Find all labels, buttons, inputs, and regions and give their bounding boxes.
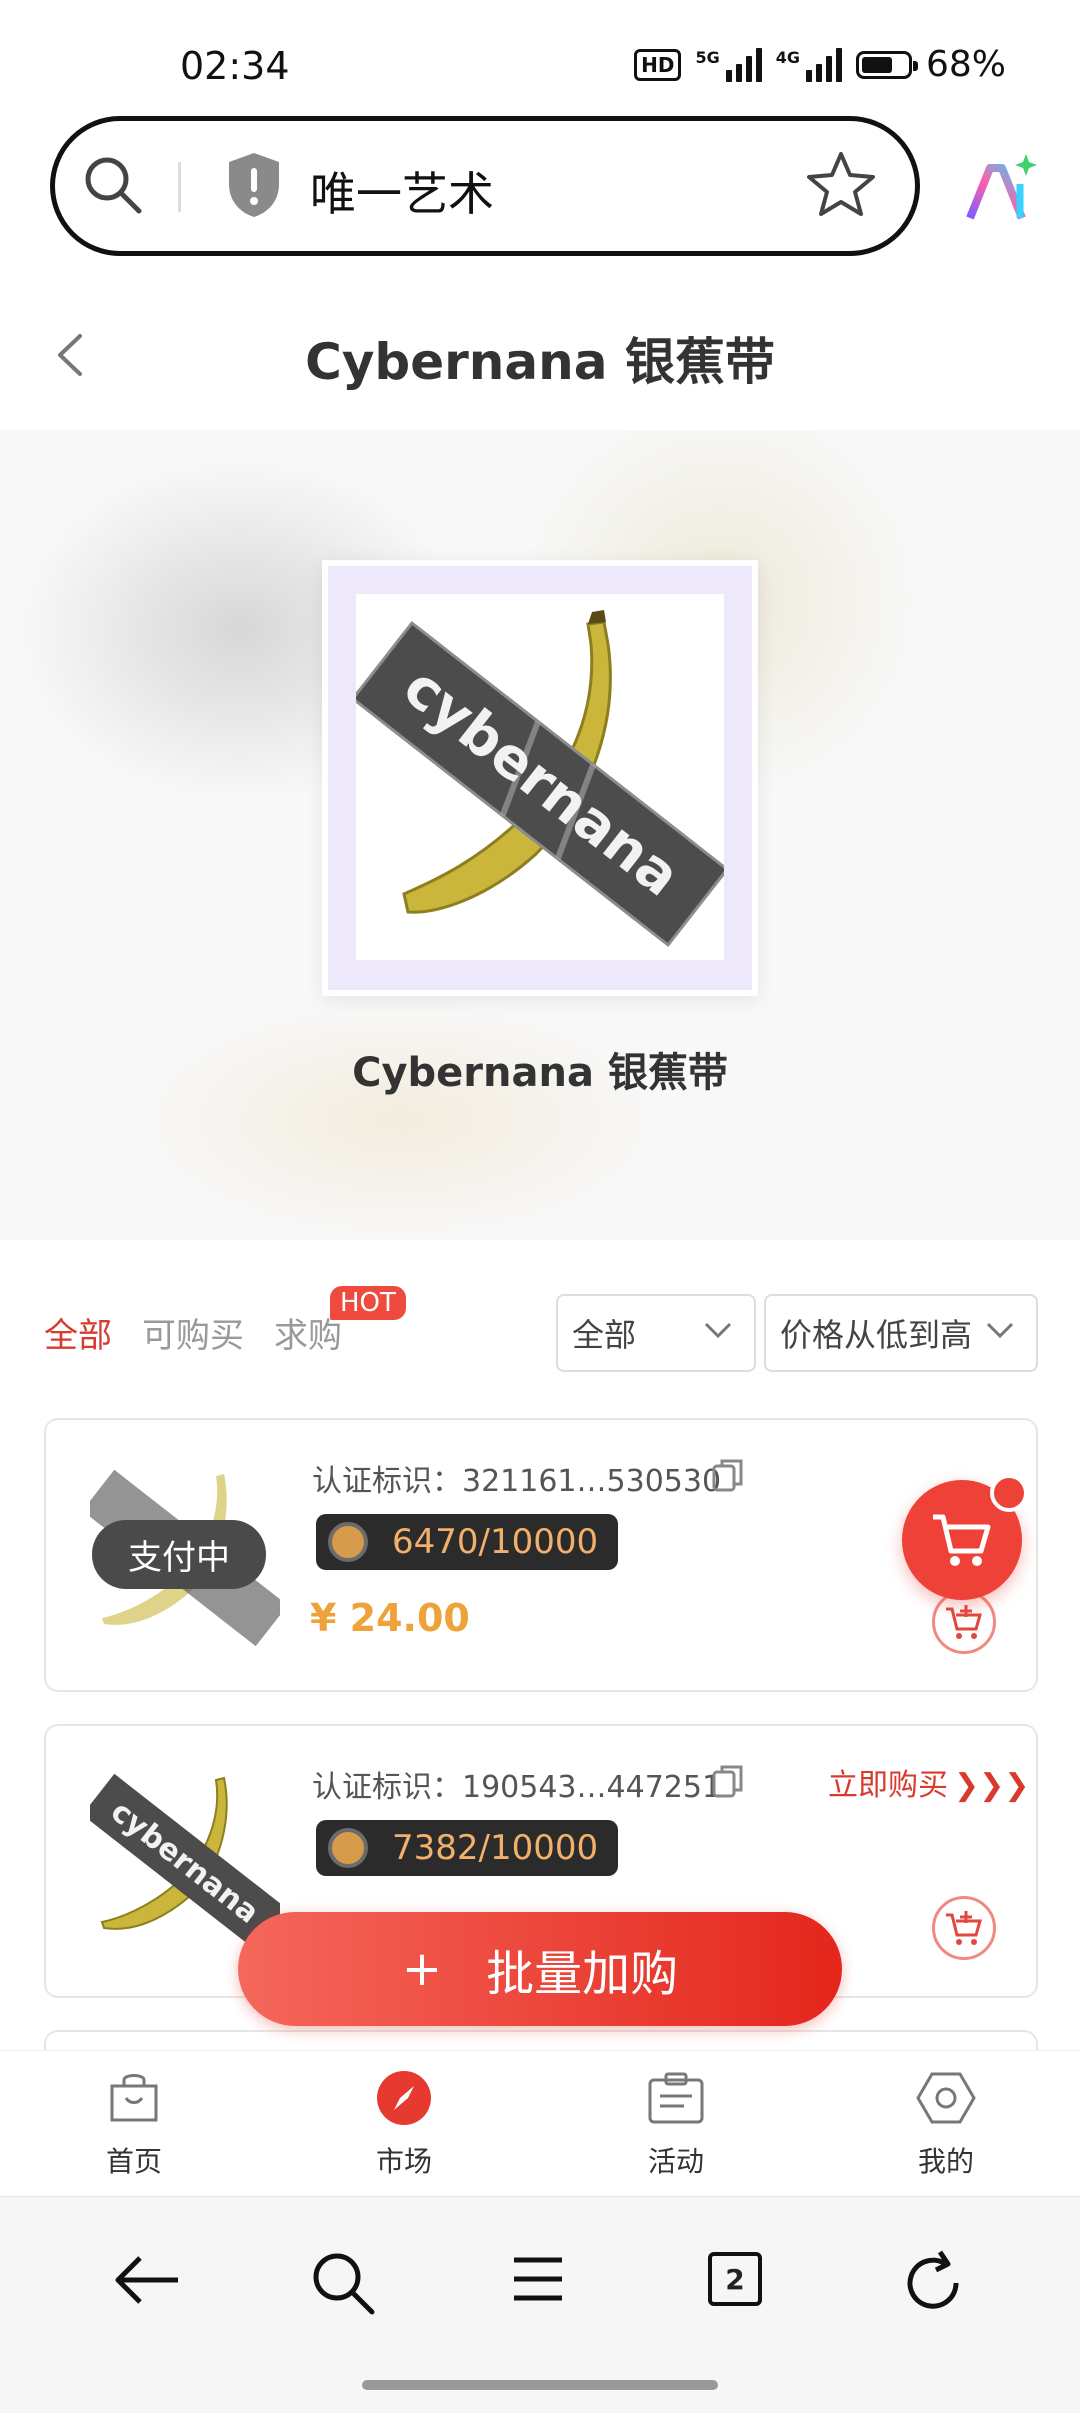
signal-5g-icon: 5G bbox=[695, 47, 762, 82]
certification-label: 认证标识：190543…447251 bbox=[312, 1770, 722, 1805]
serial-number-pill: 7382/10000 bbox=[316, 1820, 619, 1876]
sort-dropdown-value: 价格从低到高 bbox=[780, 1316, 973, 1354]
hexagon-icon bbox=[916, 2072, 976, 2124]
status-icons: HD 5G 4G 68% bbox=[634, 44, 1006, 85]
edition-badge-icon bbox=[328, 1522, 368, 1562]
chevron-down-icon bbox=[986, 1322, 1014, 1339]
nav-home[interactable]: 首页 bbox=[34, 2070, 234, 2180]
certification-label: 认证标识：321161…530530 bbox=[312, 1464, 722, 1499]
plus-icon: + bbox=[401, 1941, 443, 1997]
page-title: Cybernana 银蕉带 bbox=[305, 333, 775, 391]
serial-number-pill: 6470/10000 bbox=[316, 1514, 619, 1570]
add-to-cart-button[interactable] bbox=[932, 1896, 996, 1960]
compass-icon bbox=[377, 2071, 431, 2125]
category-dropdown-value: 全部 bbox=[572, 1316, 637, 1354]
batch-add-label: 批量加购 bbox=[486, 1946, 679, 2002]
shield-warning-icon[interactable] bbox=[224, 150, 284, 220]
clipboard-icon bbox=[648, 2072, 704, 2124]
copy-icon[interactable] bbox=[712, 1458, 744, 1492]
shopping-cart-icon bbox=[933, 1514, 991, 1566]
cart-plus-icon bbox=[946, 1911, 982, 1945]
shopping-bag-icon bbox=[110, 2074, 158, 2122]
signal-4g-icon: 4G bbox=[776, 47, 842, 82]
address-divider bbox=[178, 162, 181, 212]
nav-events[interactable]: 活动 bbox=[576, 2070, 776, 2180]
address-text[interactable]: 唯一艺术 bbox=[310, 158, 494, 224]
ai-assistant-icon[interactable] bbox=[960, 150, 1040, 230]
serial-number: 6470/10000 bbox=[392, 1522, 599, 1562]
battery-percent: 68% bbox=[925, 44, 1006, 85]
star-bookmark-icon[interactable] bbox=[806, 150, 876, 218]
nft-name: Cybernana 银蕉带 bbox=[352, 1050, 728, 1096]
chevron-down-icon bbox=[704, 1322, 732, 1339]
cart-plus-icon bbox=[946, 1605, 982, 1639]
edition-badge-icon bbox=[328, 1828, 368, 1868]
tabs-button[interactable]: 2 bbox=[708, 2252, 762, 2306]
back-arrow-icon[interactable] bbox=[112, 2250, 182, 2310]
nav-market[interactable]: 市场 bbox=[304, 2070, 504, 2180]
copy-icon[interactable] bbox=[712, 1764, 744, 1798]
batch-add-button[interactable]: + 批量加购 bbox=[238, 1912, 842, 2026]
cart-notification-dot bbox=[990, 1474, 1028, 1512]
search-icon[interactable] bbox=[82, 154, 144, 216]
certification-id: 321161…530530 bbox=[462, 1464, 722, 1499]
battery-icon bbox=[855, 50, 918, 79]
sort-dropdown[interactable]: 价格从低到高 bbox=[764, 1294, 1038, 1372]
listing-price: ¥ 24.00 bbox=[310, 1596, 470, 1640]
listing-thumbnail: cybernana bbox=[90, 1773, 280, 1951]
hot-badge: HOT bbox=[330, 1286, 406, 1320]
category-dropdown[interactable]: 全部 bbox=[556, 1294, 756, 1372]
svg-text:cybernana: cybernana bbox=[104, 1794, 265, 1931]
banana-duct-tape-image: cybernana bbox=[356, 610, 724, 948]
hd-voice-icon: HD bbox=[634, 48, 682, 81]
certification-id: 190543…447251 bbox=[462, 1770, 722, 1805]
tab-purchasable[interactable]: 可购买 bbox=[142, 1308, 244, 1357]
nav-profile[interactable]: 我的 bbox=[846, 2070, 1046, 2180]
tape-text: cybernana bbox=[391, 655, 692, 910]
search-icon[interactable] bbox=[310, 2250, 376, 2316]
home-indicator[interactable] bbox=[362, 2380, 718, 2390]
serial-number: 7382/10000 bbox=[392, 1828, 599, 1868]
buy-now-link[interactable]: 立即购买 ❯❯❯ bbox=[828, 1760, 1029, 1804]
tab-all[interactable]: 全部 bbox=[44, 1308, 112, 1357]
refresh-icon[interactable] bbox=[900, 2250, 966, 2316]
menu-icon[interactable] bbox=[512, 2256, 564, 2302]
paying-status-badge: 支付中 bbox=[92, 1520, 266, 1589]
status-time: 02:34 bbox=[180, 44, 290, 88]
